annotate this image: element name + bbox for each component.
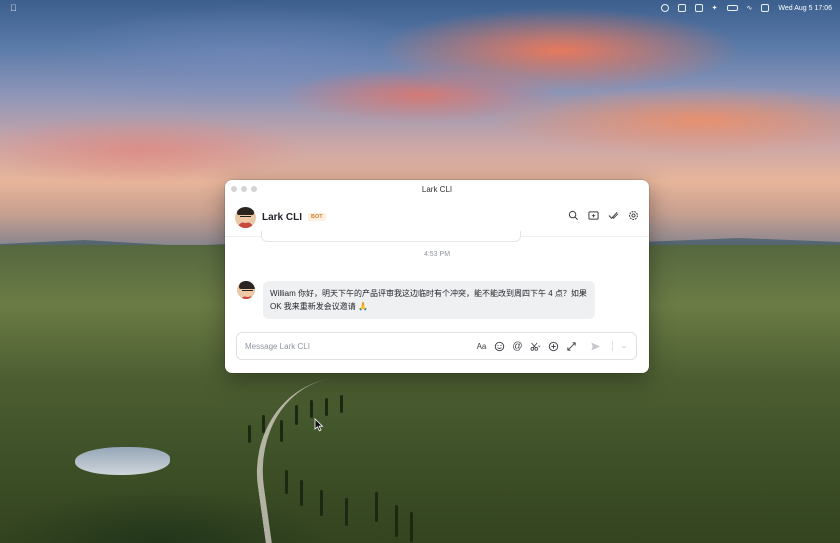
mention-icon[interactable]: @ <box>512 341 523 352</box>
upload-icon[interactable] <box>677 4 686 12</box>
pond <box>75 447 170 475</box>
minimize-window-button[interactable] <box>241 186 247 192</box>
settings-icon[interactable] <box>628 210 639 221</box>
add-icon[interactable] <box>548 341 559 352</box>
cypress-tree <box>320 490 323 516</box>
cypress-tree <box>262 415 265 433</box>
cypress-tree <box>285 470 288 494</box>
cypress-tree <box>375 492 378 522</box>
message-list[interactable]: 4:53 PM William 你好，明天下午的产品评审我这边临时有个冲突，能不… <box>225 231 649 325</box>
bluetooth-icon[interactable]: ✦ <box>712 4 718 12</box>
search-icon[interactable] <box>568 210 579 221</box>
message-bubble[interactable]: William 你好，明天下午的产品评审我这边临时有个冲突，能不能改到周四下午 … <box>263 281 595 319</box>
expand-icon[interactable] <box>566 341 577 352</box>
composer-tools: Aa @ <box>476 341 628 352</box>
message-avatar[interactable] <box>237 281 255 299</box>
bot-avatar[interactable] <box>235 206 256 228</box>
cypress-tree <box>340 395 343 413</box>
lark-chat-window: Lark CLI Lark CLI BOT 4:53 PM William 你好… <box>225 180 649 373</box>
window-titlebar[interactable]: Lark CLI <box>225 180 649 198</box>
close-window-button[interactable] <box>231 186 237 192</box>
message-input[interactable]: Message Lark CLI <box>245 342 476 351</box>
cypress-tree <box>280 420 283 442</box>
wifi-icon[interactable]: ∿ <box>747 4 753 12</box>
mouse-cursor-icon <box>314 418 324 432</box>
zoom-window-button[interactable] <box>251 186 257 192</box>
send-separator <box>612 341 613 351</box>
menu-bar-clock[interactable]: Wed Aug 5 17:06 <box>778 5 832 12</box>
battery-icon[interactable] <box>726 5 738 11</box>
tasks-check-icon[interactable] <box>608 210 619 221</box>
bot-badge: BOT <box>308 213 326 221</box>
send-icon[interactable] <box>590 341 601 352</box>
cypress-tree <box>395 505 398 537</box>
apple-icon[interactable]:  <box>10 3 17 13</box>
time-divider: 4:53 PM <box>423 251 451 258</box>
cypress-tree <box>345 498 348 526</box>
add-tab-icon[interactable] <box>588 210 599 221</box>
message-composer[interactable]: Message Lark CLI Aa @ <box>236 332 637 360</box>
cypress-tree <box>300 480 303 506</box>
control-center-icon[interactable] <box>761 4 770 12</box>
message-item: William 你好，明天下午的产品评审我这边临时有个冲突，能不能改到周四下午 … <box>237 281 595 319</box>
cypress-tree <box>325 398 328 416</box>
previous-message-bubble <box>261 231 521 242</box>
cypress-tree <box>310 400 313 418</box>
cypress-tree <box>410 512 413 542</box>
header-actions <box>568 210 639 221</box>
chat-name[interactable]: Lark CLI <box>262 212 302 223</box>
menu-bar:  ✦ ∿ Wed Aug 5 17:06 <box>0 0 840 16</box>
window-title: Lark CLI <box>421 184 453 194</box>
text-format-icon[interactable]: Aa <box>476 341 487 352</box>
cypress-tree <box>295 405 298 425</box>
scissors-icon[interactable] <box>530 341 541 352</box>
cypress-tree <box>248 425 251 443</box>
lark-icon[interactable] <box>694 4 703 12</box>
traffic-lights <box>231 186 257 192</box>
cloud-icon[interactable] <box>660 4 669 12</box>
emoji-icon[interactable] <box>494 341 505 352</box>
send-options-icon[interactable] <box>620 341 628 352</box>
